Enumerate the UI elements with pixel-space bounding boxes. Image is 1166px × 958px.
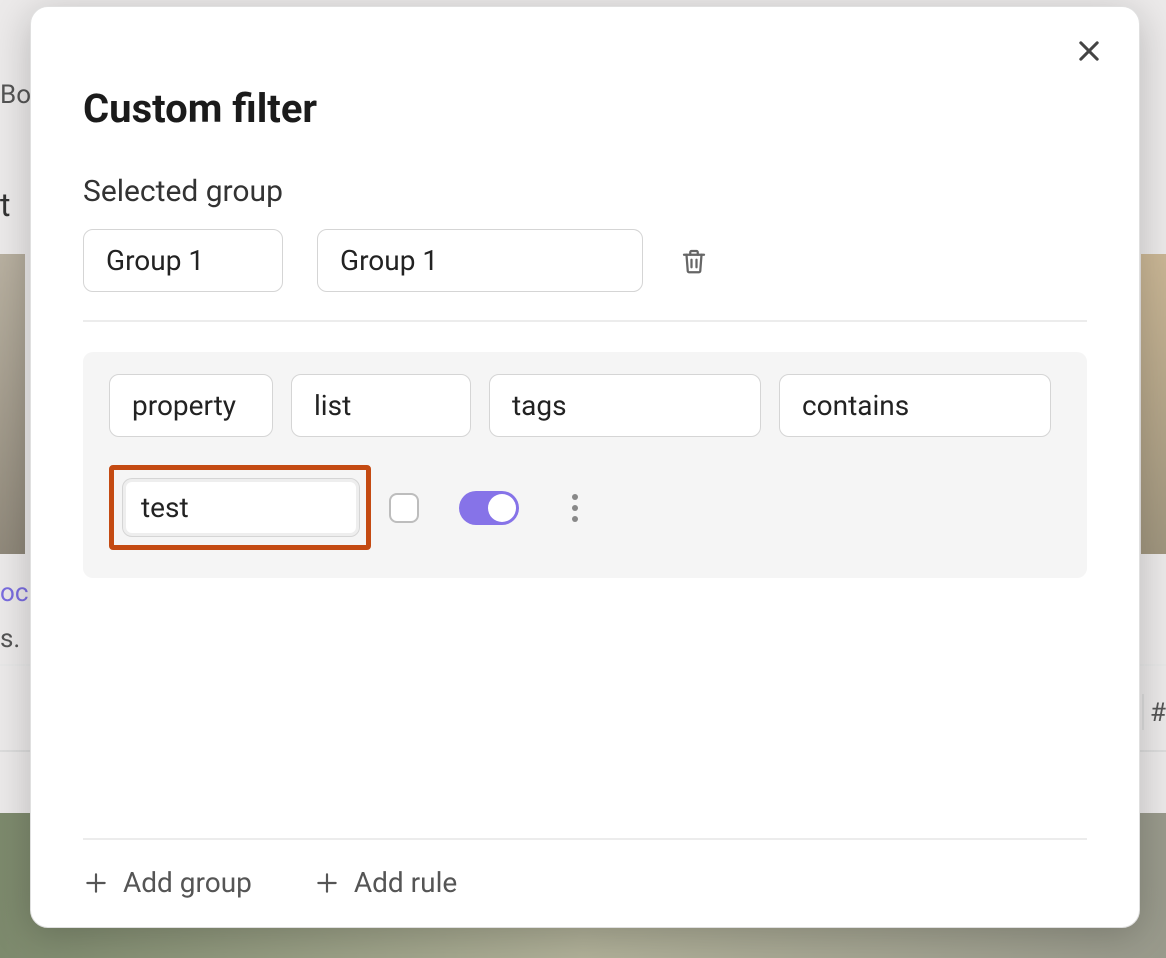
modal-title: Custom filter <box>83 85 1087 132</box>
close-icon <box>1075 37 1103 65</box>
delete-group-button[interactable] <box>677 242 711 280</box>
add-group-label: Add group <box>123 866 252 899</box>
selected-group-row: Group 1 Group 1 <box>83 229 1087 292</box>
add-rule-label: Add rule <box>354 866 457 899</box>
custom-filter-modal: Custom filter Selected group Group 1 Gro… <box>30 6 1140 928</box>
group-chip-1[interactable]: Group 1 <box>83 229 283 292</box>
plus-icon <box>314 870 340 896</box>
background-image-right <box>1141 254 1166 554</box>
background-text-fragment: Bo <box>0 80 31 110</box>
rule-property-name-select[interactable]: tags <box>489 374 761 437</box>
group-chip-2[interactable]: Group 1 <box>317 229 643 292</box>
background-link-fragment: oc <box>0 578 28 608</box>
add-rule-button[interactable]: Add rule <box>314 866 457 899</box>
rule-block: property list tags contains test <box>83 352 1087 578</box>
background-image-left <box>0 254 25 554</box>
modal-footer: Add group Add rule <box>83 838 1087 899</box>
background-text-fragment: t <box>0 186 10 224</box>
rule-property-type-select[interactable]: list <box>291 374 471 437</box>
selected-group-label: Selected group <box>83 174 1087 209</box>
rule-field-type-select[interactable]: property <box>109 374 273 437</box>
rule-value-input[interactable]: test <box>122 478 360 537</box>
rule-operator-select[interactable]: contains <box>779 374 1051 437</box>
rule-enabled-toggle[interactable] <box>459 491 519 525</box>
divider <box>83 320 1087 322</box>
add-group-button[interactable]: Add group <box>83 866 252 899</box>
background-hash: # <box>1150 698 1166 728</box>
rule-value-highlight: test <box>109 465 371 550</box>
background-divider <box>1142 694 1144 730</box>
toggle-knob <box>488 494 516 522</box>
trash-icon <box>679 244 709 278</box>
plus-icon <box>83 870 109 896</box>
rule-more-menu[interactable] <box>563 491 587 525</box>
rule-checkbox[interactable] <box>389 493 419 523</box>
close-button[interactable] <box>1069 31 1109 71</box>
background-text-fragment: s. <box>0 624 20 654</box>
